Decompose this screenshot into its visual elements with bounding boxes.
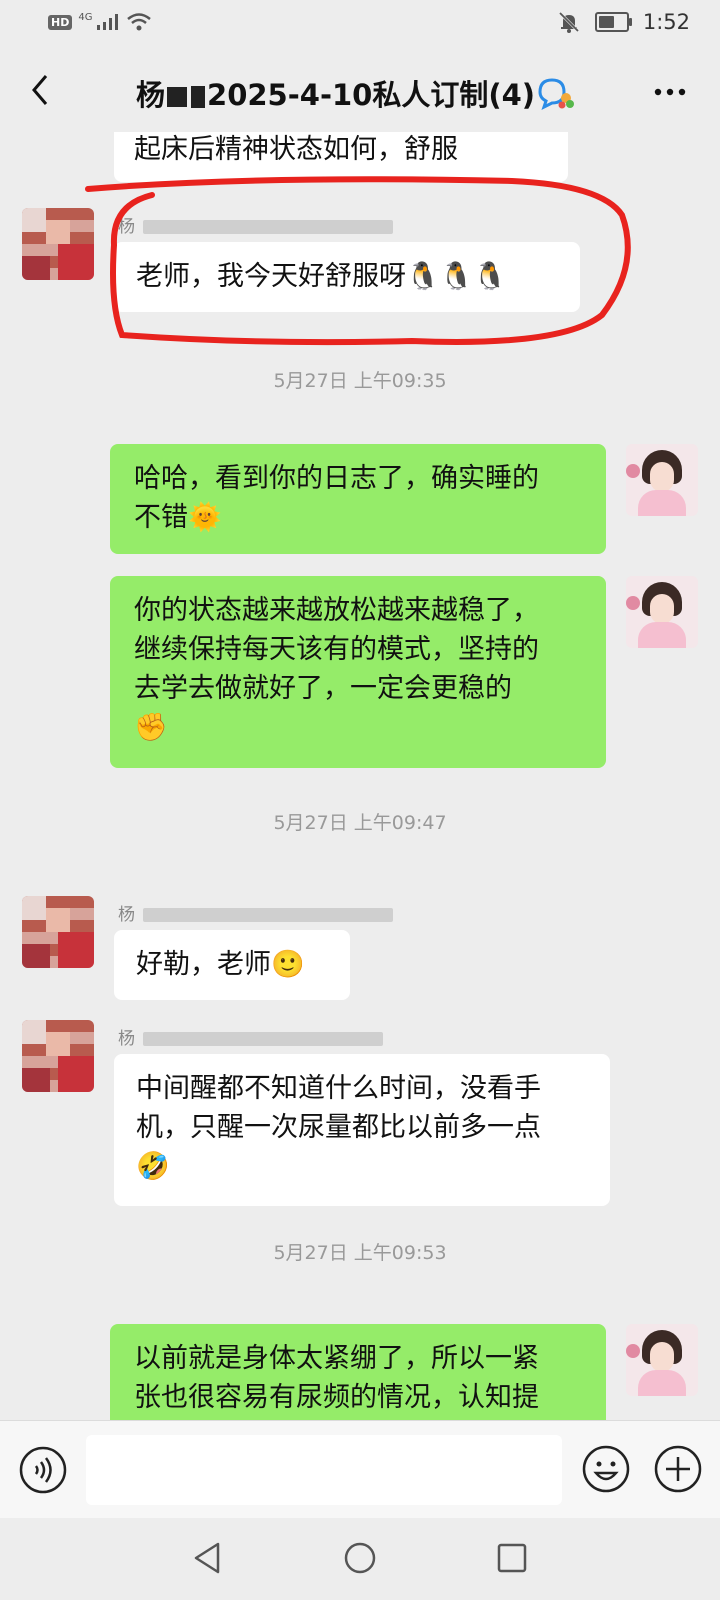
sender-name: 杨	[118, 1024, 383, 1049]
avatar[interactable]	[22, 208, 94, 280]
message-input[interactable]	[86, 1435, 562, 1505]
message-bubble[interactable]: 你的状态越来越放松越来越稳了， 继续保持每天该有的模式，坚持的 去学去做就好了，…	[110, 576, 606, 768]
signal-icon	[96, 13, 120, 31]
sender-name-text: 杨	[118, 1029, 135, 1049]
system-nav-bar	[0, 1518, 720, 1600]
plus-icon	[654, 1445, 702, 1493]
message-text: 好勒，老师🙂	[136, 949, 305, 980]
status-bar: HD 4G 1:52	[0, 0, 720, 50]
avatar[interactable]	[22, 1020, 94, 1092]
nav-back-button[interactable]	[188, 1538, 228, 1578]
avatar[interactable]	[626, 576, 698, 648]
back-button[interactable]	[22, 70, 62, 110]
avatar[interactable]	[22, 896, 94, 968]
clock: 1:52	[642, 10, 690, 34]
mute-bell-icon	[557, 10, 581, 34]
message-bubble[interactable]: 以前就是身体太紧绷了，所以一紧 张也很容易有尿频的情况，认知提	[110, 1324, 606, 1420]
sender-name-text: 杨	[118, 905, 135, 925]
network-type: 4G	[78, 12, 93, 23]
more-button[interactable]	[650, 78, 690, 106]
message-text: 哈哈，看到你的日志了，确实睡的 不错🌞	[134, 463, 539, 533]
message-bubble[interactable]: 老师，我今天好舒服呀🐧🐧🐧	[114, 242, 580, 312]
battery-icon	[594, 12, 632, 32]
voice-button[interactable]	[18, 1445, 68, 1495]
emoji-icon	[582, 1445, 630, 1493]
more-actions-button[interactable]	[652, 1443, 704, 1495]
chevron-left-icon	[32, 75, 48, 105]
sender-name: 杨	[118, 900, 393, 925]
redaction-blur	[143, 1032, 383, 1046]
message-bubble[interactable]: 哈哈，看到你的日志了，确实睡的 不错🌞	[110, 444, 606, 554]
redaction-mosaic	[191, 86, 206, 108]
sender-name: 杨	[118, 212, 393, 237]
chat-title: 杨 2025-4-10私人订制(4)	[136, 72, 535, 114]
group-chat-icon	[538, 78, 574, 110]
status-left: HD 4G	[48, 12, 152, 32]
redaction-blur	[143, 220, 393, 234]
redaction-blur	[143, 908, 393, 922]
avatar[interactable]	[626, 1324, 698, 1396]
message-text: 中间醒都不知道什么时间，没看手 机，只醒一次尿量都比以前多一点 🤣	[136, 1073, 541, 1182]
more-dots-icon	[654, 88, 686, 96]
timestamp: 5月27日 上午09:53	[273, 1242, 447, 1264]
sender-name-text: 杨	[118, 217, 135, 237]
group-chat-button[interactable]	[536, 76, 576, 110]
timestamp: 5月27日 上午09:35	[273, 370, 447, 392]
redaction-mosaic	[167, 87, 188, 107]
nav-back-icon	[194, 1542, 220, 1574]
chat-header: 杨 2025-4-10私人订制(4)	[0, 52, 720, 132]
wifi-icon	[126, 12, 152, 32]
timestamp: 5月27日 上午09:47	[273, 812, 447, 834]
message-text: 以前就是身体太紧绷了，所以一紧 张也很容易有尿频的情况，认知提	[134, 1343, 539, 1413]
message-bubble[interactable]: 好勒，老师🙂	[114, 930, 350, 1000]
input-bar	[0, 1420, 720, 1519]
chat-title-prefix: 杨	[136, 78, 166, 112]
voice-icon	[19, 1446, 67, 1494]
chat-messages[interactable]: 起床后精神状态如何，舒服 杨 老师，我今天好舒服呀🐧🐧🐧 5月27日 上午09:…	[0, 132, 720, 1420]
message-bubble[interactable]: 中间醒都不知道什么时间，没看手 机，只醒一次尿量都比以前多一点 🤣	[114, 1054, 610, 1206]
nav-recent-icon	[497, 1543, 527, 1573]
hd-badge: HD	[48, 14, 73, 30]
message-text: 起床后精神状态如何，舒服	[134, 134, 458, 165]
message-text: 老师，我今天好舒服呀🐧🐧🐧	[136, 261, 507, 292]
chat-title-suffix: 2025-4-10私人订制(4)	[207, 78, 536, 112]
avatar[interactable]	[626, 444, 698, 516]
emoji-button[interactable]	[580, 1443, 632, 1495]
status-right: 1:52	[557, 10, 690, 34]
nav-home-icon	[344, 1542, 376, 1574]
nav-home-button[interactable]	[340, 1538, 380, 1578]
message-text: 你的状态越来越放松越来越稳了， 继续保持每天该有的模式，坚持的 去学去做就好了，…	[134, 595, 539, 743]
message-bubble[interactable]: 起床后精神状态如何，舒服	[114, 132, 568, 182]
nav-recent-button[interactable]	[492, 1538, 532, 1578]
